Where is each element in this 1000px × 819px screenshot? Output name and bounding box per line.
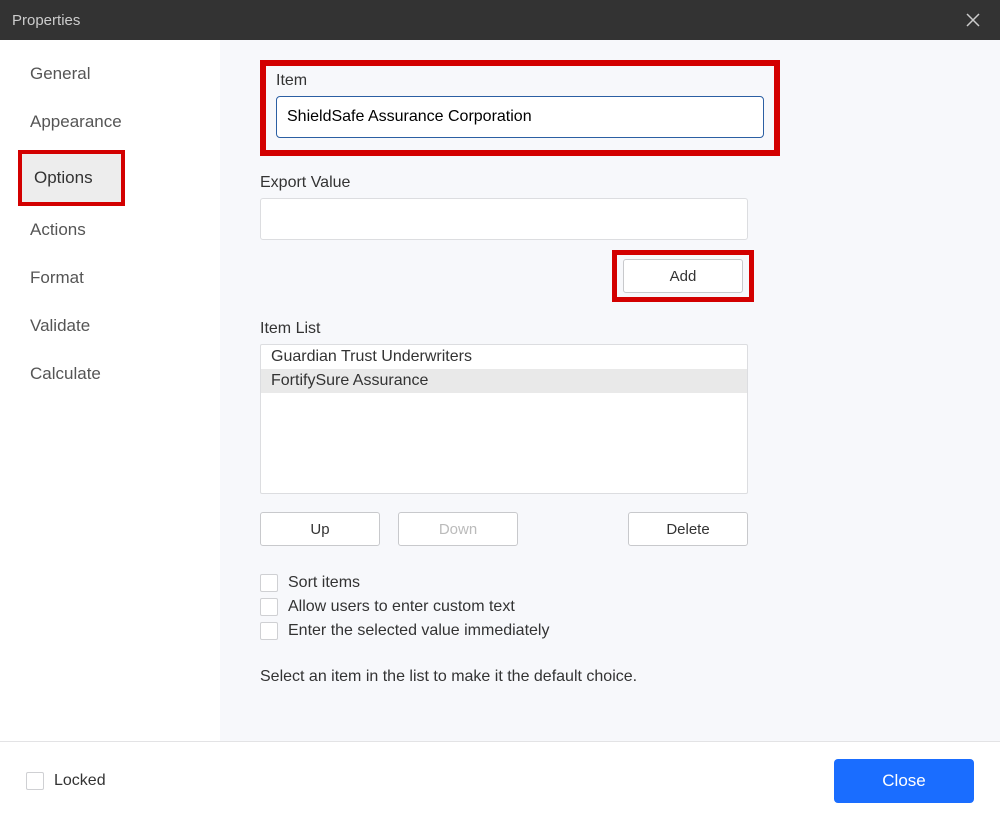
tab-options[interactable]: Options — [22, 154, 121, 202]
window-title: Properties — [12, 12, 80, 29]
allow-custom-text-checkbox[interactable]: Allow users to enter custom text — [260, 598, 800, 616]
item-label: Item — [276, 72, 764, 90]
close-button[interactable]: Close — [834, 759, 974, 803]
title-bar: Properties — [0, 0, 1000, 40]
tab-general[interactable]: General — [0, 50, 220, 98]
item-input[interactable] — [276, 96, 764, 138]
checkbox-icon — [260, 622, 278, 640]
highlight-options: Options — [18, 150, 125, 206]
highlight-item-field: Item — [260, 60, 780, 156]
item-list[interactable]: Guardian Trust Underwriters FortifySure … — [260, 344, 748, 494]
export-value-label: Export Value — [260, 174, 800, 192]
enter-immediately-checkbox[interactable]: Enter the selected value immediately — [260, 622, 800, 640]
checkbox-icon — [26, 772, 44, 790]
tab-calculate[interactable]: Calculate — [0, 350, 220, 398]
checkbox-icon — [260, 574, 278, 592]
tab-appearance[interactable]: Appearance — [0, 98, 220, 146]
list-item[interactable]: Guardian Trust Underwriters — [261, 345, 747, 369]
tab-format[interactable]: Format — [0, 254, 220, 302]
sort-items-checkbox[interactable]: Sort items — [260, 574, 800, 592]
close-icon[interactable] — [958, 5, 988, 35]
sidebar: General Appearance Options Actions Forma… — [0, 40, 220, 741]
footer: Locked Close — [0, 741, 1000, 819]
locked-checkbox[interactable]: Locked — [26, 772, 106, 790]
allow-custom-text-label: Allow users to enter custom text — [288, 598, 515, 616]
sort-items-label: Sort items — [288, 574, 360, 592]
content-panel: Item Export Value Add Item List Guardian… — [220, 40, 1000, 741]
add-button[interactable]: Add — [623, 259, 743, 293]
locked-label: Locked — [54, 772, 106, 790]
tab-actions[interactable]: Actions — [0, 206, 220, 254]
delete-button[interactable]: Delete — [628, 512, 748, 546]
default-choice-hint: Select an item in the list to make it th… — [260, 668, 800, 686]
down-button: Down — [398, 512, 518, 546]
list-item[interactable]: FortifySure Assurance — [261, 369, 747, 393]
checkbox-icon — [260, 598, 278, 616]
highlight-add-button: Add — [612, 250, 754, 302]
tab-validate[interactable]: Validate — [0, 302, 220, 350]
up-button[interactable]: Up — [260, 512, 380, 546]
export-value-input[interactable] — [260, 198, 748, 240]
item-list-label: Item List — [260, 320, 800, 338]
enter-immediately-label: Enter the selected value immediately — [288, 622, 549, 640]
